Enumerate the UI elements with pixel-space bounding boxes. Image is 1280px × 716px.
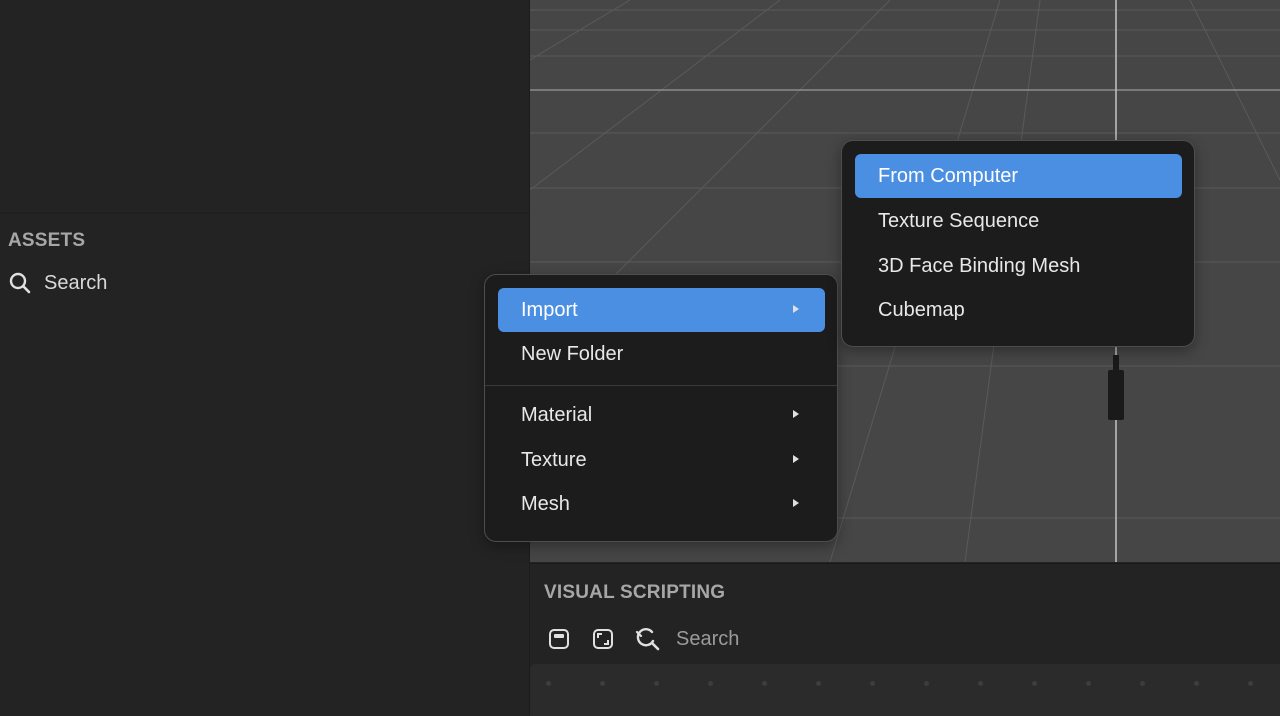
submenu-arrow-icon — [793, 455, 799, 463]
canvas-grid-dot — [600, 681, 605, 686]
menu-item-label: New Folder — [521, 342, 624, 365]
node-search[interactable]: Search — [634, 626, 739, 652]
submenu-item-from-computer[interactable]: From Computer — [855, 154, 1182, 198]
assets-panel: ASSETS Search — [0, 0, 530, 715]
menu-item-import[interactable]: Import — [498, 288, 825, 332]
submenu-item-label: Texture Sequence — [878, 209, 1040, 232]
canvas-grid-dot — [1248, 681, 1253, 686]
submenu-item-label: From Computer — [878, 164, 1019, 187]
submenu-item-texture-sequence[interactable]: Texture Sequence — [855, 199, 1182, 243]
visual-scripting-canvas[interactable] — [530, 664, 1280, 716]
submenu-item-label: 3D Face Binding Mesh — [878, 254, 1081, 277]
fit-view-icon — [593, 629, 613, 649]
canvas-grid-dot — [546, 681, 551, 686]
visual-scripting-title: VISUAL SCRIPTING — [544, 582, 726, 603]
submenu-item-cubemap[interactable]: Cubemap — [855, 288, 1182, 332]
canvas-grid-dot — [1086, 681, 1091, 686]
menu-item-label: Texture — [521, 448, 587, 471]
menu-item-material[interactable]: Material — [498, 393, 825, 437]
assets-context-menu: Import New Folder Material Texture Mesh — [484, 274, 838, 542]
menu-item-label: Material — [521, 403, 593, 426]
scene-object-silhouette — [1108, 355, 1124, 420]
canvas-grid-dot — [654, 681, 659, 686]
canvas-grid-dot — [924, 681, 929, 686]
menu-item-label: Mesh — [521, 492, 570, 515]
canvas-grid-dot — [870, 681, 875, 686]
submenu-arrow-icon — [793, 410, 799, 418]
canvas-grid-dot — [978, 681, 983, 686]
menu-item-texture[interactable]: Texture — [498, 438, 825, 482]
assets-panel-title: ASSETS — [8, 230, 86, 251]
canvas-grid-dot — [816, 681, 821, 686]
collapse-node-button[interactable] — [544, 624, 574, 654]
canvas-grid-dot — [1140, 681, 1145, 686]
menu-divider — [485, 385, 837, 386]
node-search-icon — [635, 628, 660, 651]
collapse-node-icon — [549, 629, 569, 649]
visual-scripting-panel: VISUAL SCRIPTING Search — [530, 563, 1280, 716]
canvas-grid-dot — [1194, 681, 1199, 686]
canvas-grid-dot — [762, 681, 767, 686]
submenu-arrow-icon — [793, 305, 799, 313]
canvas-grid-dot — [708, 681, 713, 686]
submenu-item-label: Cubemap — [878, 298, 965, 321]
visual-scripting-toolbar: Search — [544, 624, 739, 654]
fit-view-button[interactable] — [588, 624, 618, 654]
hierarchy-panel — [0, 0, 529, 214]
menu-item-label: Import — [521, 298, 578, 321]
assets-search-placeholder: Search — [44, 271, 108, 294]
search-icon — [9, 272, 31, 294]
canvas-grid-dot — [1032, 681, 1037, 686]
node-search-placeholder: Search — [676, 627, 740, 650]
menu-item-mesh[interactable]: Mesh — [498, 482, 825, 526]
import-submenu: From Computer Texture Sequence 3D Face B… — [841, 140, 1195, 347]
menu-item-new-folder[interactable]: New Folder — [498, 332, 825, 376]
submenu-arrow-icon — [793, 499, 799, 507]
submenu-item-3d-face-binding-mesh[interactable]: 3D Face Binding Mesh — [855, 244, 1182, 288]
assets-search[interactable]: Search — [8, 268, 107, 298]
